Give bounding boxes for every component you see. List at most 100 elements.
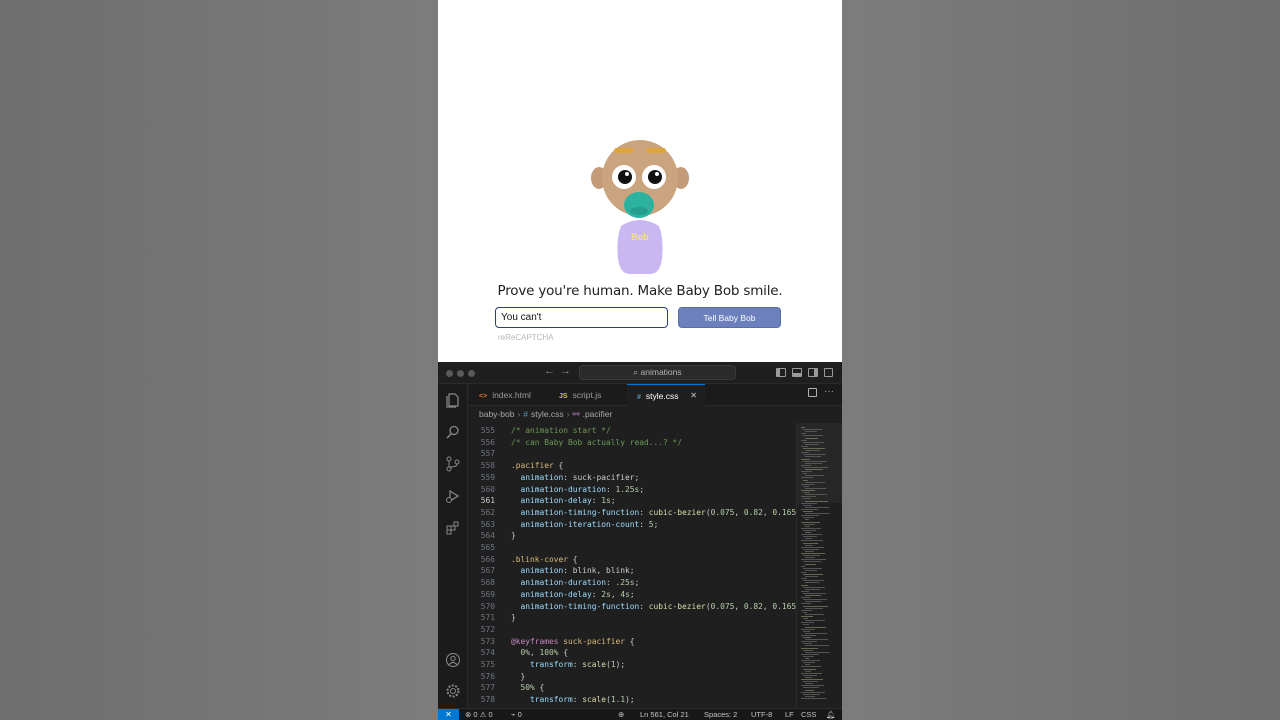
- minimap-stroke: [803, 523, 815, 525]
- code-line[interactable]: 555 /* animation start */: [469, 425, 796, 437]
- code-line[interactable]: 563 animation-iteration-count: 5;: [469, 519, 796, 531]
- remote-indicator[interactable]: ✕: [438, 709, 459, 720]
- code-line[interactable]: 557: [469, 448, 796, 460]
- line-code: transform: scale(1);: [530, 660, 626, 669]
- tell-baby-bob-button[interactable]: Tell Baby Bob: [678, 307, 781, 328]
- line-number: 569: [480, 589, 495, 599]
- back-arrow-icon[interactable]: ←: [544, 365, 555, 377]
- indentation[interactable]: Spaces: 2: [704, 709, 737, 720]
- settings-gear-icon[interactable]: [445, 683, 461, 699]
- language-mode[interactable]: CSS: [801, 709, 816, 720]
- code-line[interactable]: 566 .blink-cover {: [469, 554, 796, 566]
- minimap-stroke: [805, 456, 821, 458]
- toggle-sidebar-icon[interactable]: [776, 368, 786, 377]
- code-line[interactable]: 571}: [469, 612, 796, 624]
- code-line[interactable]: 578 transform: scale(1.1);: [469, 694, 796, 706]
- line-number: 564: [480, 531, 495, 541]
- minimap-stroke: [801, 691, 825, 693]
- minimap[interactable]: [796, 423, 842, 708]
- more-actions-icon[interactable]: ···: [824, 386, 834, 397]
- ports-indicator[interactable]: ⌁ 0: [511, 709, 522, 720]
- problems-indicator[interactable]: ⊗ 0 ⚠ 0: [465, 709, 493, 720]
- customize-layout-icon[interactable]: [824, 368, 833, 377]
- close-tab-icon[interactable]: ✕: [690, 385, 697, 407]
- line-code: animation-delay: 2s, 4s;: [520, 589, 635, 599]
- line-code: animation-delay: 1s;: [520, 496, 616, 506]
- split-editor-icon[interactable]: [808, 388, 817, 397]
- minimap-stroke: [801, 571, 806, 573]
- line-number: 576: [480, 671, 495, 681]
- line-code: 50% {: [520, 683, 545, 693]
- zoom-window-dot[interactable]: [468, 370, 475, 377]
- line-number: 561: [480, 496, 495, 506]
- minimize-window-dot[interactable]: [457, 370, 464, 377]
- minimap-stroke: [805, 607, 823, 609]
- line-code: animation: blink, blink;: [520, 566, 635, 576]
- line-number: 558: [480, 461, 495, 471]
- code-line[interactable]: 574 0%, 100% {: [469, 647, 796, 659]
- extensions-icon[interactable]: [445, 520, 461, 536]
- search-text: animations: [640, 367, 682, 377]
- zoom-icon[interactable]: ⊕: [618, 709, 624, 720]
- minimap-stroke: [801, 445, 808, 447]
- end-of-line[interactable]: LF: [785, 709, 794, 720]
- explorer-icon[interactable]: [445, 392, 461, 408]
- tab-index-html[interactable]: <> index.html: [469, 384, 549, 406]
- code-line[interactable]: 560 animation-duration: 1.25s;: [469, 484, 796, 496]
- account-icon[interactable]: [445, 652, 461, 668]
- breadcrumb-file[interactable]: style.css: [531, 409, 564, 419]
- close-window-dot[interactable]: [446, 370, 453, 377]
- code-line[interactable]: 575 transform: scale(1);: [469, 659, 796, 671]
- web-page: Bob Prove you're human. Make Baby Bob sm…: [438, 0, 842, 362]
- encoding[interactable]: UTF-8: [751, 709, 772, 720]
- minimap-stroke: [803, 441, 824, 443]
- line-number: 578: [480, 695, 495, 705]
- cursor-position[interactable]: Ln 561, Col 21: [640, 709, 689, 720]
- code-line[interactable]: 564}: [469, 530, 796, 542]
- minimap-stroke: [805, 595, 821, 596]
- minimap-stroke: [801, 490, 815, 491]
- notifications-bell-icon[interactable]: 🔔︎: [826, 709, 836, 720]
- code-line[interactable]: 562 animation-timing-function: cubic-bez…: [469, 507, 796, 519]
- code-line[interactable]: 572: [469, 624, 796, 636]
- line-number: 563: [480, 519, 495, 529]
- breadcrumb-folder[interactable]: baby-bob: [479, 409, 514, 419]
- toggle-panel-icon[interactable]: [792, 368, 802, 377]
- code-line[interactable]: 577 50% {: [469, 682, 796, 694]
- minimap-stroke: [801, 559, 826, 561]
- message-input[interactable]: [495, 307, 668, 328]
- minimap-stroke: [801, 578, 807, 580]
- search-view-icon[interactable]: [445, 424, 461, 440]
- code-line[interactable]: 568 animation-duration: .25s;: [469, 577, 796, 589]
- code-line[interactable]: 570 animation-timing-function: cubic-bez…: [469, 601, 796, 613]
- code-line[interactable]: 569 animation-delay: 2s, 4s;: [469, 589, 796, 601]
- minimap-stroke: [803, 574, 823, 575]
- code-line[interactable]: 558 .pacifier {: [469, 460, 796, 472]
- code-editor[interactable]: 555 /* animation start */ 556 /* can Baby B…: [469, 423, 796, 708]
- code-line[interactable]: 561 animation-delay: 1s;: [469, 495, 796, 507]
- minimap-stroke: [801, 534, 822, 536]
- line-number: 571: [480, 613, 495, 623]
- minimap-stroke: [801, 616, 813, 617]
- code-line[interactable]: 565: [469, 542, 796, 554]
- code-line[interactable]: 576 }: [469, 671, 796, 683]
- minimap-stroke: [803, 548, 819, 550]
- breadcrumb-symbol[interactable]: .pacifier: [583, 409, 613, 419]
- chevron-right-icon: ›: [566, 409, 570, 419]
- code-line[interactable]: 556 /* can Baby Bob actually read...? */: [469, 437, 796, 449]
- tab-style-css[interactable]: # style.css ✕: [627, 384, 705, 406]
- vscode-window: ← → ⌕ animations <> index.html JS script…: [438, 362, 842, 720]
- line-number: 565: [480, 543, 495, 552]
- code-line[interactable]: 559 animation: suck-pacifier;: [469, 472, 796, 484]
- minimap-stroke: [805, 437, 818, 439]
- tab-script-js[interactable]: JS script.js: [549, 384, 627, 406]
- code-line[interactable]: 567 animation: blink, blink;: [469, 565, 796, 577]
- forward-arrow-icon[interactable]: →: [560, 365, 571, 377]
- minimap-stroke: [805, 550, 814, 552]
- minimap-stroke: [803, 473, 807, 475]
- command-center-search[interactable]: ⌕ animations: [579, 365, 736, 380]
- source-control-icon[interactable]: [445, 456, 461, 472]
- toggle-secondary-sidebar-icon[interactable]: [808, 368, 818, 377]
- code-line[interactable]: 573 @keyframes suck-pacifier {: [469, 636, 796, 648]
- run-debug-icon[interactable]: [445, 488, 461, 504]
